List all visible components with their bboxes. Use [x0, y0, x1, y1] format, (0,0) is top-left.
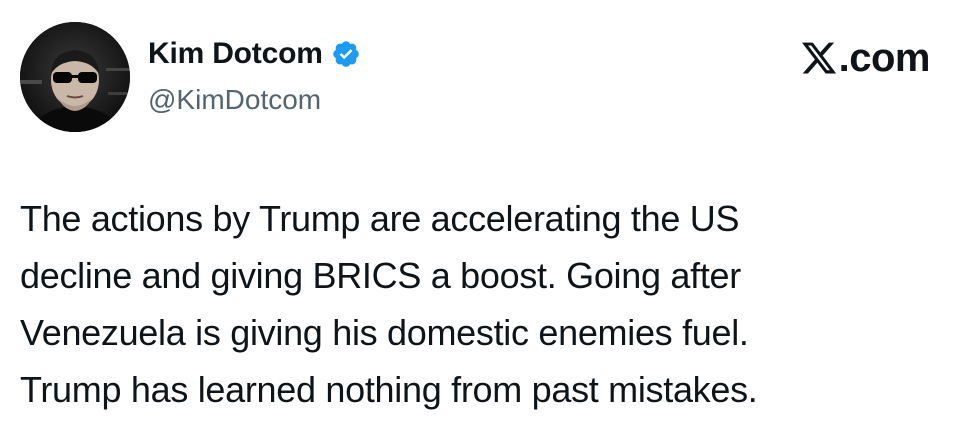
tweet-line: decline and giving BRICS a boost. Going … [20, 255, 741, 296]
brand-suffix: .com [838, 36, 931, 80]
x-com-brand: .com [800, 36, 931, 80]
tweet-card: Kim Dotcom @KimDotcom .com The actions b… [0, 0, 960, 440]
avatar[interactable] [20, 22, 130, 132]
author-name-row: Kim Dotcom [148, 36, 361, 72]
profile-avatar-icon [20, 22, 130, 132]
tweet-text: The actions by Trump are accelerating th… [20, 190, 940, 418]
verified-badge-icon [331, 39, 361, 69]
tweet-line: Trump has learned nothing from past mist… [20, 369, 758, 410]
author-handle[interactable]: @KimDotcom [148, 82, 321, 118]
author-display-name[interactable]: Kim Dotcom [148, 36, 323, 72]
x-logo-icon [800, 39, 838, 77]
tweet-line: Venezuela is giving his domestic enemies… [20, 312, 749, 353]
tweet-line: The actions by Trump are accelerating th… [20, 198, 740, 239]
